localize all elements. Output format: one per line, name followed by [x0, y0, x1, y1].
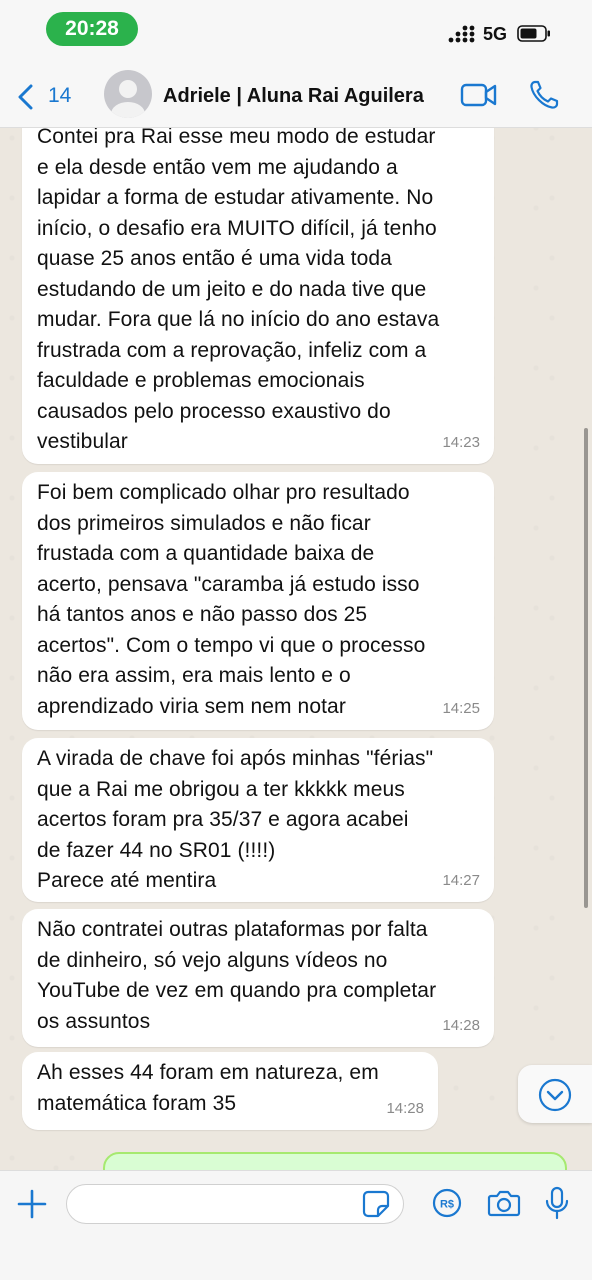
message-time: 14:25	[442, 699, 480, 717]
message-text: Contei pra Rai esse meu modo de estudar …	[37, 128, 440, 453]
contact-avatar[interactable]	[104, 70, 152, 118]
incoming-message[interactable]: Não contratei outras plataformas por fal…	[22, 909, 494, 1047]
svg-text:R$: R$	[440, 1199, 454, 1211]
message-time: 14:27	[442, 871, 480, 889]
message-text: Foi bem complicado olhar pro resultado d…	[37, 481, 426, 718]
message-time: 14:23	[442, 433, 480, 451]
message-list[interactable]: Contei pra Rai esse meu modo de estudar …	[0, 128, 592, 1170]
unread-count[interactable]: 14	[48, 84, 71, 108]
network-label: 5G	[483, 24, 508, 44]
message-time: 14:28	[386, 1099, 424, 1117]
message-input[interactable]	[66, 1184, 404, 1224]
status-time[interactable]: 20:28	[46, 12, 138, 46]
incoming-message[interactable]: Ah esses 44 foram em natureza, em matemá…	[22, 1052, 438, 1130]
battery-icon	[517, 25, 550, 42]
back-chevron-icon[interactable]	[16, 84, 36, 110]
composer-bar: R$	[0, 1170, 592, 1280]
payment-icon[interactable]: R$	[432, 1188, 462, 1218]
message-time: 14:28	[442, 1016, 480, 1034]
chevron-down-icon	[538, 1078, 572, 1112]
chat-header: 14 Adriele | Aluna Rai Aguilera	[0, 62, 592, 128]
incoming-message[interactable]: A virada de chave foi após minhas "féria…	[22, 738, 494, 902]
default-avatar-icon	[111, 80, 145, 118]
scroll-indicator[interactable]	[584, 428, 588, 908]
incoming-message[interactable]: Foi bem complicado olhar pro resultado d…	[22, 472, 494, 730]
sticker-icon[interactable]	[362, 1190, 390, 1218]
voice-call-icon[interactable]	[528, 79, 560, 111]
incoming-message[interactable]: Contei pra Rai esse meu modo de estudar …	[22, 128, 494, 464]
signal-icon	[448, 25, 475, 43]
camera-icon[interactable]	[487, 1188, 521, 1218]
plus-icon[interactable]	[17, 1189, 47, 1219]
message-text: Não contratei outras plataformas por fal…	[37, 918, 437, 1033]
contact-name[interactable]: Adriele | Aluna Rai Aguilera	[163, 85, 424, 108]
status-bar: 20:28 5G	[0, 0, 592, 62]
message-text: A virada de chave foi após minhas "féria…	[37, 747, 434, 892]
video-call-icon[interactable]	[460, 82, 498, 108]
scroll-to-bottom-button[interactable]	[518, 1065, 592, 1123]
outgoing-message-partial[interactable]	[103, 1152, 567, 1170]
microphone-icon[interactable]	[543, 1186, 571, 1220]
message-text: Ah esses 44 foram em natureza, em matemá…	[37, 1061, 379, 1115]
